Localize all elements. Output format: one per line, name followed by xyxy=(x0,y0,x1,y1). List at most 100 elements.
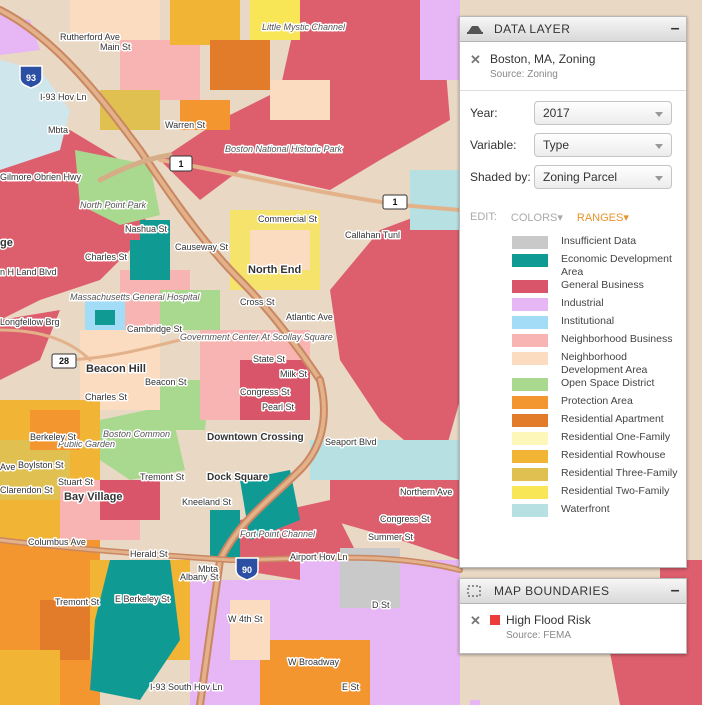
label-albany: Albany St xyxy=(180,572,219,582)
legend-swatch xyxy=(512,280,548,293)
year-label: Year: xyxy=(470,106,498,120)
boundaries-header[interactable]: MAP BOUNDARIES – xyxy=(460,579,686,604)
legend-item: Insufficient Data xyxy=(512,235,686,253)
label-charles-st2: Charles St xyxy=(85,392,128,402)
label-boston-common: Boston Common xyxy=(103,429,170,439)
legend-label: Residential One-Family xyxy=(561,431,671,443)
label-e-st: E St xyxy=(342,682,360,692)
label-state-st: State St xyxy=(253,354,286,364)
label-north-point: North Point Park xyxy=(80,200,147,210)
remove-layer-icon[interactable]: ✕ xyxy=(470,52,490,80)
legend-label: Neighborhood Development Area xyxy=(561,351,648,376)
boundary-source: Source: FEMA xyxy=(506,630,572,641)
legend-item: Residential Rowhouse xyxy=(512,449,686,467)
caret-down-icon xyxy=(655,112,663,117)
layers-icon xyxy=(466,22,486,36)
ranges-button[interactable]: RANGES▾ xyxy=(577,211,629,224)
label-atlantic: Atlantic Ave xyxy=(286,312,333,322)
legend-item: Neighborhood Development Area xyxy=(512,351,686,377)
label-callahan: Callahan Tunl xyxy=(345,230,400,240)
legend-item: Institutional xyxy=(512,315,686,333)
legend-label: Economic Development Area xyxy=(561,253,672,278)
label-beacon-hill: Beacon Hill xyxy=(86,363,146,375)
label-tremont2: Tremont St xyxy=(55,597,100,607)
label-gov-center: Government Center At Scollay Square xyxy=(180,332,333,342)
year-value: 2017 xyxy=(543,106,570,120)
caret-down-icon xyxy=(655,176,663,181)
label-fort-point: Fort Point Channel xyxy=(240,529,316,539)
year-field: Year: 2017 xyxy=(460,97,686,129)
legend-label: Industrial xyxy=(561,297,604,309)
edit-label: EDIT: xyxy=(470,211,497,223)
legend-label: Residential Three-Family xyxy=(561,467,678,479)
shaded-value: Zoning Parcel xyxy=(543,170,618,184)
us1b-shield: 1 xyxy=(382,194,408,210)
variable-label: Variable: xyxy=(470,138,517,152)
legend-label: Open Space District xyxy=(561,377,655,389)
label-downtown: Downtown Crossing xyxy=(207,432,304,443)
label-causeway: Causeway St xyxy=(175,242,229,252)
i90-shield: 90 xyxy=(235,557,259,581)
label-longfellow: Longfellow Brg xyxy=(0,317,60,327)
route28-shield: 28 xyxy=(51,353,77,369)
legend-item: Economic Development Area xyxy=(512,253,686,279)
legend-item: Residential Three-Family xyxy=(512,467,686,485)
legend-item: Neighborhood Business xyxy=(512,333,686,351)
label-congress: Congress St xyxy=(240,387,290,397)
label-pearl: Pearl St xyxy=(262,402,295,412)
svg-text:1: 1 xyxy=(392,197,397,207)
data-layer-panel: DATA LAYER – ✕ Boston, MA, Zoning Source… xyxy=(459,16,687,568)
minimize-button[interactable]: – xyxy=(671,583,680,599)
edit-row: EDIT: COLORS▾ RANGES▾ xyxy=(460,207,686,227)
data-layer-header[interactable]: DATA LAYER – xyxy=(460,17,686,42)
legend-swatch xyxy=(512,396,548,409)
label-boylston: Boylston St xyxy=(18,460,64,470)
variable-field: Variable: Type xyxy=(460,129,686,161)
label-e-berkeley: E Berkeley St xyxy=(115,594,170,604)
shaded-select[interactable]: Zoning Parcel xyxy=(534,165,672,189)
variable-value: Type xyxy=(543,138,570,152)
label-cross-st: Cross St xyxy=(240,297,275,307)
legend-swatch xyxy=(512,254,548,267)
legend-swatch xyxy=(512,468,548,481)
label-cambridge-st: Cambridge St xyxy=(127,324,183,334)
legend-label: Institutional xyxy=(561,315,615,327)
legend-label: Residential Apartment xyxy=(561,413,664,425)
label-rutherford: Rutherford Ave xyxy=(60,32,120,42)
legend-swatch xyxy=(512,432,548,445)
boundary-icon xyxy=(466,584,486,598)
year-select[interactable]: 2017 xyxy=(534,101,672,125)
legend-label: Residential Two-Family xyxy=(561,485,670,497)
label-charles: Charles St xyxy=(85,252,128,262)
legend-item: Residential Apartment xyxy=(512,413,686,431)
remove-boundary-icon[interactable]: ✕ xyxy=(470,613,490,641)
legend-item: Waterfront xyxy=(512,503,686,521)
shaded-field: Shaded by: Zoning Parcel xyxy=(460,161,686,193)
svg-text:90: 90 xyxy=(242,565,252,575)
label-seaport: Seaport Blvd xyxy=(325,437,377,447)
variable-select[interactable]: Type xyxy=(534,133,672,157)
minimize-button[interactable]: – xyxy=(671,21,680,37)
legend-item: Protection Area xyxy=(512,395,686,413)
label-w4th: W 4th St xyxy=(228,614,263,624)
legend-item: General Business xyxy=(512,279,686,297)
data-layer-title: DATA LAYER xyxy=(494,22,571,36)
label-boston-historic: Boston National Historic Park xyxy=(225,144,343,154)
label-kneeland: Kneeland St xyxy=(182,497,232,507)
legend-swatch xyxy=(512,298,548,311)
label-clarendon: Clarendon St xyxy=(0,485,53,495)
colors-button[interactable]: COLORS▾ xyxy=(511,211,563,224)
legend-label: Protection Area xyxy=(561,395,633,407)
legend-swatch xyxy=(512,486,548,499)
shaded-label: Shaded by: xyxy=(470,170,531,184)
svg-text:93: 93 xyxy=(26,73,36,83)
svg-text:1: 1 xyxy=(178,159,183,169)
legend-swatch xyxy=(512,236,548,249)
legend-item: Industrial xyxy=(512,297,686,315)
label-bay-village: Bay Village xyxy=(64,491,123,503)
us1-shield: 1 xyxy=(169,155,193,172)
label-nashua: Nashua St xyxy=(125,224,168,234)
label-north-end: North End xyxy=(248,264,301,276)
legend-swatch xyxy=(512,352,548,365)
label-dock-square: Dock Square xyxy=(207,472,269,483)
